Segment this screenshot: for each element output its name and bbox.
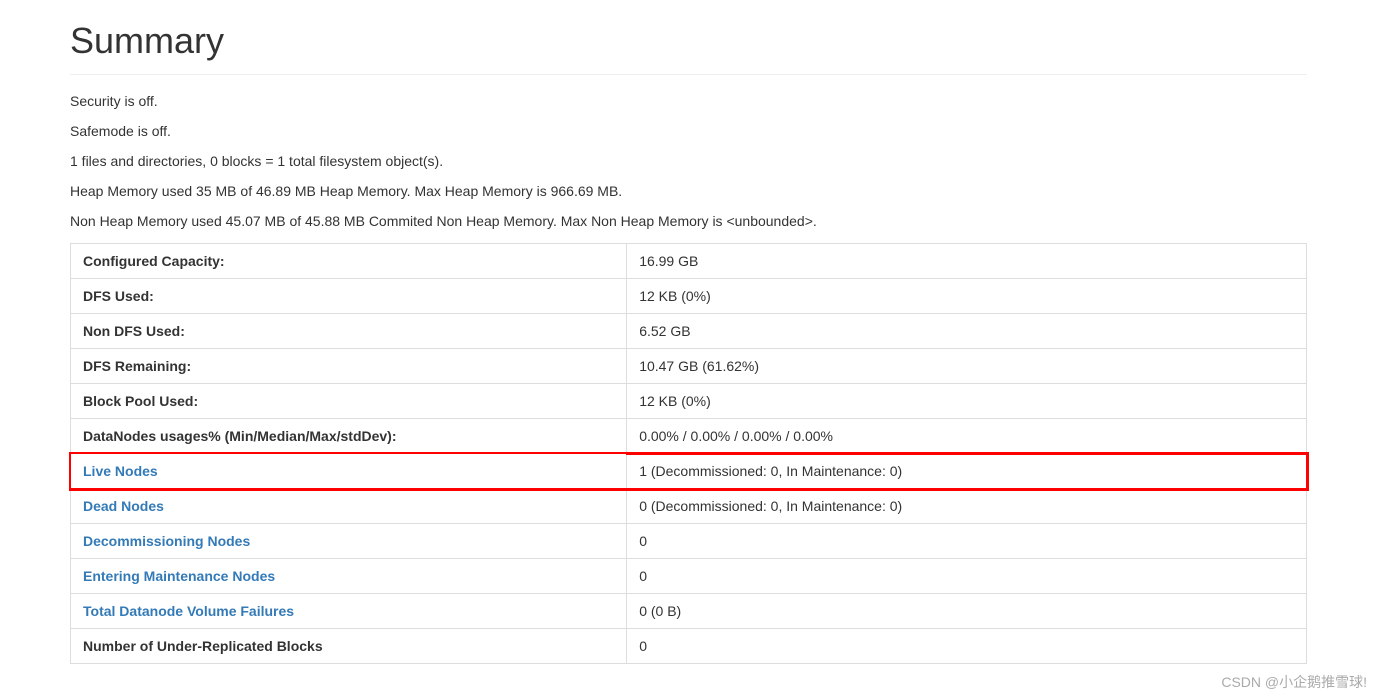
label-under-replicated-blocks: Number of Under-Replicated Blocks: [71, 629, 627, 664]
value-live-nodes: 1 (Decommissioned: 0, In Maintenance: 0): [627, 454, 1307, 489]
value-under-replicated-blocks: 0: [627, 629, 1307, 664]
row-datanodes-usages: DataNodes usages% (Min/Median/Max/stdDev…: [71, 419, 1307, 454]
security-status: Security is off.: [70, 93, 1307, 109]
link-live-nodes[interactable]: Live Nodes: [83, 463, 158, 479]
row-block-pool-used: Block Pool Used: 12 KB (0%): [71, 384, 1307, 419]
value-entering-maintenance-nodes: 0: [627, 559, 1307, 594]
label-dfs-remaining: DFS Remaining:: [71, 349, 627, 384]
nonheap-memory-status: Non Heap Memory used 45.07 MB of 45.88 M…: [70, 213, 1307, 229]
value-block-pool-used: 12 KB (0%): [627, 384, 1307, 419]
heading-divider: [70, 74, 1307, 75]
row-decommissioning-nodes: Decommissioning Nodes 0: [71, 524, 1307, 559]
value-non-dfs-used: 6.52 GB: [627, 314, 1307, 349]
link-decommissioning-nodes[interactable]: Decommissioning Nodes: [83, 533, 250, 549]
label-non-dfs-used: Non DFS Used:: [71, 314, 627, 349]
label-configured-capacity: Configured Capacity:: [71, 244, 627, 279]
label-dfs-used: DFS Used:: [71, 279, 627, 314]
link-entering-maintenance-nodes[interactable]: Entering Maintenance Nodes: [83, 568, 275, 584]
row-entering-maintenance-nodes: Entering Maintenance Nodes 0: [71, 559, 1307, 594]
label-block-pool-used: Block Pool Used:: [71, 384, 627, 419]
row-under-replicated-blocks: Number of Under-Replicated Blocks 0: [71, 629, 1307, 664]
heap-memory-status: Heap Memory used 35 MB of 46.89 MB Heap …: [70, 183, 1307, 199]
value-configured-capacity: 16.99 GB: [627, 244, 1307, 279]
row-non-dfs-used: Non DFS Used: 6.52 GB: [71, 314, 1307, 349]
row-dfs-used: DFS Used: 12 KB (0%): [71, 279, 1307, 314]
label-datanodes-usages: DataNodes usages% (Min/Median/Max/stdDev…: [71, 419, 627, 454]
watermark: CSDN @小企鹅推雪球!: [1221, 672, 1367, 692]
row-dead-nodes: Dead Nodes 0 (Decommissioned: 0, In Main…: [71, 489, 1307, 524]
status-section: Security is off. Safemode is off. 1 file…: [70, 93, 1307, 229]
page-title: Summary: [70, 20, 1307, 62]
value-dead-nodes: 0 (Decommissioned: 0, In Maintenance: 0): [627, 489, 1307, 524]
summary-table: Configured Capacity: 16.99 GB DFS Used: …: [70, 243, 1307, 664]
row-live-nodes: Live Nodes 1 (Decommissioned: 0, In Main…: [71, 454, 1307, 489]
row-dfs-remaining: DFS Remaining: 10.47 GB (61.62%): [71, 349, 1307, 384]
value-decommissioning-nodes: 0: [627, 524, 1307, 559]
safemode-status: Safemode is off.: [70, 123, 1307, 139]
row-total-volume-failures: Total Datanode Volume Failures 0 (0 B): [71, 594, 1307, 629]
value-datanodes-usages: 0.00% / 0.00% / 0.00% / 0.00%: [627, 419, 1307, 454]
value-total-volume-failures: 0 (0 B): [627, 594, 1307, 629]
link-total-volume-failures[interactable]: Total Datanode Volume Failures: [83, 603, 294, 619]
filesystem-status: 1 files and directories, 0 blocks = 1 to…: [70, 153, 1307, 169]
link-dead-nodes[interactable]: Dead Nodes: [83, 498, 164, 514]
value-dfs-used: 12 KB (0%): [627, 279, 1307, 314]
row-configured-capacity: Configured Capacity: 16.99 GB: [71, 244, 1307, 279]
value-dfs-remaining: 10.47 GB (61.62%): [627, 349, 1307, 384]
